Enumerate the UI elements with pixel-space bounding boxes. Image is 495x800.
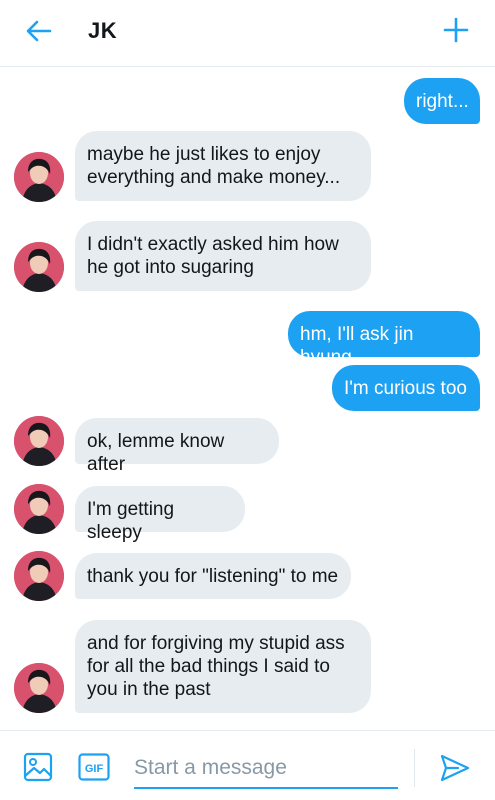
message-bubble-incoming[interactable]: maybe he just likes to enjoy everything …	[75, 131, 371, 201]
message-bubble-incoming[interactable]: I'm getting sleepy	[75, 486, 245, 543]
message-text: and for forgiving my stupid ass for all …	[87, 633, 345, 700]
message-bubble-outgoing[interactable]: hm, I'll ask jin hyung	[288, 311, 480, 368]
profile-photo-icon	[14, 663, 64, 713]
message-text: hm, I'll ask jin hyung	[300, 324, 414, 368]
message-text: I didn't exactly asked him how he got in…	[87, 234, 339, 278]
avatar[interactable]	[14, 416, 64, 466]
gif-label: GIF	[85, 763, 104, 775]
avatar[interactable]	[14, 551, 64, 601]
message-bubble-outgoing[interactable]: right...	[404, 78, 480, 124]
image-icon	[23, 752, 53, 782]
gif-button[interactable]: GIF	[78, 753, 110, 781]
send-icon	[440, 754, 470, 782]
dm-conversation-screen: JK right... maybe he just likes to enjoy…	[0, 0, 495, 800]
plus-icon	[443, 17, 469, 43]
profile-photo-icon	[14, 152, 64, 202]
conversation-header: JK	[0, 0, 495, 67]
avatar[interactable]	[14, 663, 64, 713]
message-text: I'm getting sleepy	[87, 499, 175, 543]
profile-photo-icon	[14, 551, 64, 601]
send-button[interactable]	[438, 751, 472, 785]
message-bubble-incoming[interactable]: and for forgiving my stupid ass for all …	[75, 620, 371, 713]
message-bubble-incoming[interactable]: I didn't exactly asked him how he got in…	[75, 221, 371, 291]
add-photo-button[interactable]	[22, 751, 54, 783]
message-input-wrapper	[134, 753, 398, 789]
avatar[interactable]	[14, 152, 64, 202]
message-bubble-outgoing[interactable]: I'm curious too	[332, 365, 480, 411]
gif-icon: GIF	[78, 753, 110, 781]
avatar[interactable]	[14, 484, 64, 534]
avatar[interactable]	[14, 242, 64, 292]
message-composer: GIF	[0, 730, 495, 800]
message-text: I'm curious too	[344, 378, 467, 399]
message-input[interactable]	[134, 753, 398, 783]
composer-divider	[414, 749, 415, 787]
message-text: right...	[416, 91, 469, 112]
add-button[interactable]	[439, 13, 473, 47]
arrow-left-icon	[26, 20, 52, 42]
message-text: thank you for "listening" to me	[87, 566, 339, 587]
message-bubble-incoming[interactable]: ok, lemme know after	[75, 418, 279, 475]
conversation-title[interactable]: JK	[88, 18, 117, 44]
message-text: ok, lemme know after	[87, 431, 225, 475]
message-list[interactable]: right... maybe he just likes to enjoy ev…	[0, 67, 495, 730]
profile-photo-icon	[14, 484, 64, 534]
message-text: maybe he just likes to enjoy everything …	[87, 144, 341, 188]
back-button[interactable]	[22, 14, 56, 48]
profile-photo-icon	[14, 416, 64, 466]
message-bubble-incoming[interactable]: thank you for "listening" to me	[75, 553, 351, 599]
profile-photo-icon	[14, 242, 64, 292]
